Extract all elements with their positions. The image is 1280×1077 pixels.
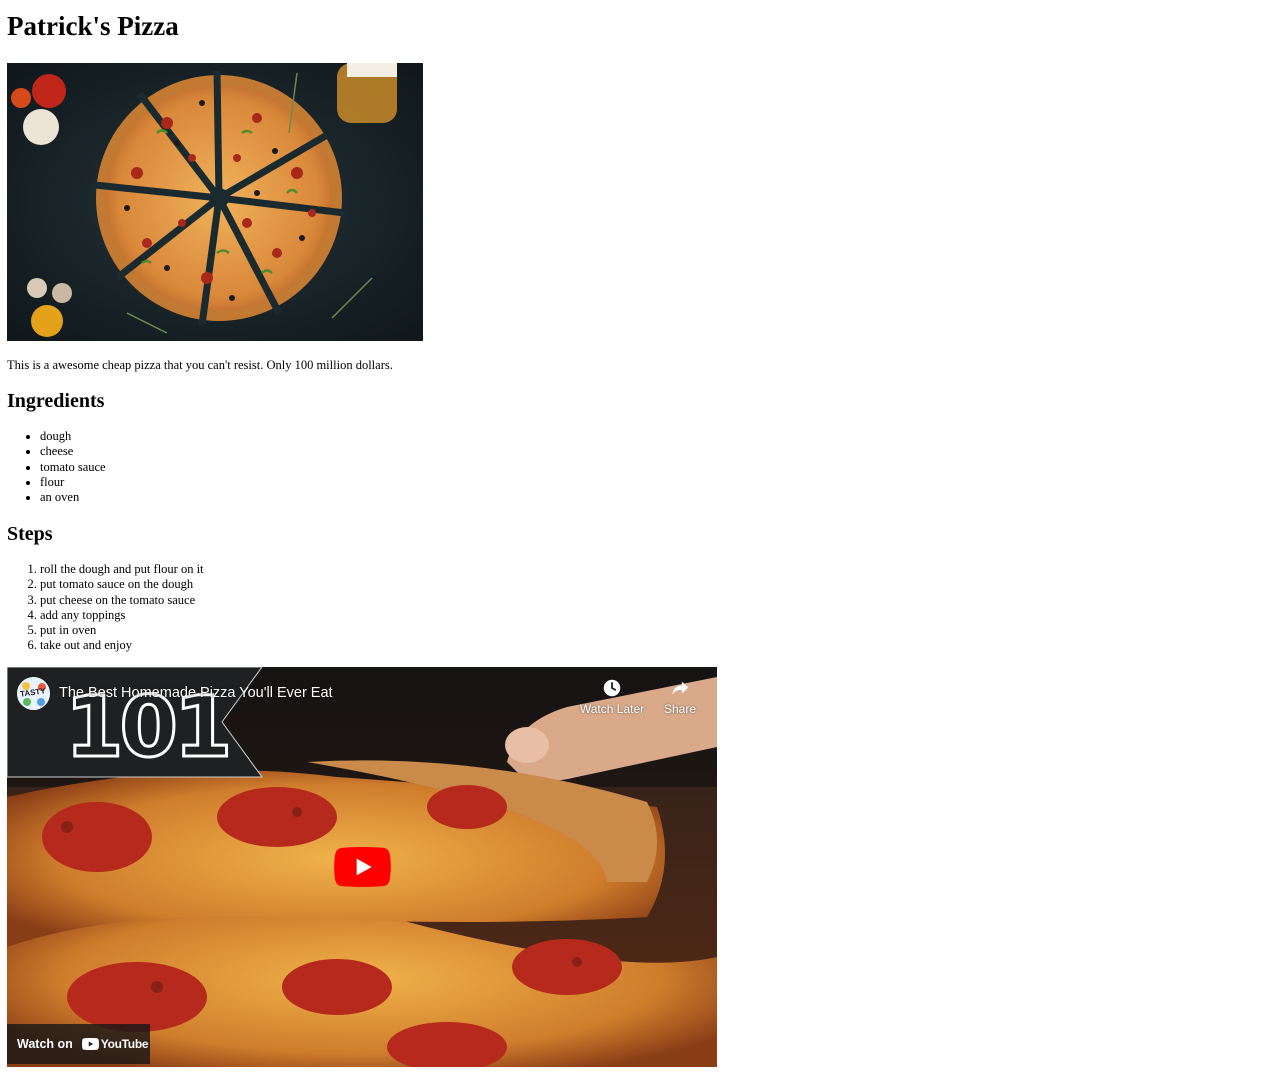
pizza-image [7,63,423,341]
list-item: cheese [40,444,106,459]
list-item: put cheese on the tomato sauce [40,593,204,608]
list-item: flour [40,475,106,490]
list-item: an oven [40,490,106,505]
ingredients-list: dough cheese tomato sauce flour an oven [7,429,106,505]
youtube-play-icon [81,1038,99,1050]
share-label: Share [663,702,697,716]
list-item: dough [40,429,106,444]
list-item: tomato sauce [40,460,106,475]
watch-later-label: Watch Later [579,702,645,716]
video-title[interactable]: The Best Homemade Pizza You'll Ever Eat [59,685,333,701]
watch-on-label: Watch on [17,1037,73,1051]
youtube-embed[interactable]: 101 TASTY The Best Homemade Pizza You'll… [7,667,717,1067]
youtube-wordmark: YouTube [100,1037,149,1051]
watch-later-button[interactable]: Watch Later [577,677,647,716]
clock-icon [603,679,621,697]
list-item: roll the dough and put flour on it [40,562,204,577]
list-item: add any toppings [40,608,204,623]
watch-on-youtube-button[interactable]: Watch on YouTube [7,1024,150,1064]
pizza-description: This is a awesome cheap pizza that you c… [7,358,393,372]
page-title: Patrick's Pizza [7,11,179,41]
share-arrow-icon [672,681,689,695]
channel-avatar[interactable]: TASTY [17,677,50,710]
share-button[interactable]: Share [645,677,715,716]
play-button-icon[interactable] [334,847,391,887]
list-item: put tomato sauce on the dough [40,577,204,592]
list-item: put in oven [40,623,204,638]
list-item: take out and enjoy [40,638,204,653]
steps-heading: Steps [7,523,53,545]
youtube-logo: YouTube [81,1037,149,1051]
steps-list: roll the dough and put flour on it put t… [7,562,204,654]
ingredients-heading: Ingredients [7,390,105,412]
